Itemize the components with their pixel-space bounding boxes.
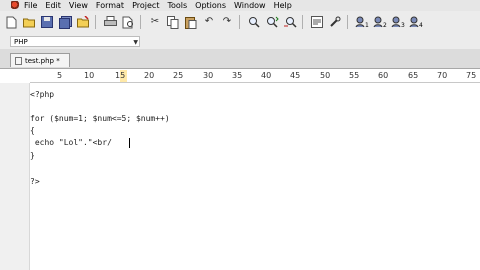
language-bar: PHP ▼ xyxy=(0,33,480,50)
ruler-label: 30 xyxy=(203,71,214,80)
undo-icon[interactable]: ↶ xyxy=(202,15,216,29)
app-logo-icon xyxy=(11,1,20,10)
replace-icon[interactable] xyxy=(283,15,297,29)
ruler-label: 10 xyxy=(84,71,95,80)
find-icon[interactable] xyxy=(247,15,261,29)
menu-edit[interactable]: Edit xyxy=(45,1,61,10)
tools-icon[interactable] xyxy=(328,15,342,29)
ruler-label: 5 xyxy=(57,71,63,80)
menu-options[interactable]: Options xyxy=(195,1,226,10)
tool-2-icon[interactable]: 2 xyxy=(373,15,387,29)
ruler-label: 55 xyxy=(349,71,360,80)
svg-text:4: 4 xyxy=(419,22,423,28)
redo-icon[interactable]: ↷ xyxy=(220,15,234,29)
cut-icon[interactable]: ✂ xyxy=(148,15,162,29)
code-line: echo "Lol"."<br/ xyxy=(30,138,112,147)
tab-test-php[interactable]: test.php * xyxy=(10,53,70,67)
text-cursor xyxy=(129,138,130,148)
code-line: <?php xyxy=(30,90,55,99)
tool-1-icon[interactable]: 1 xyxy=(355,15,369,29)
goto-line-icon[interactable] xyxy=(310,15,324,29)
code-line: { xyxy=(30,126,35,135)
toolbar-divider xyxy=(140,15,141,29)
language-select[interactable]: PHP ▼ xyxy=(10,36,140,47)
code-line: } xyxy=(30,151,35,160)
ruler-label: 70 xyxy=(437,71,448,80)
toolbar: ✂ ↶ ↷ 1 2 3 4 xyxy=(0,11,480,33)
ruler-label: 75 xyxy=(466,71,477,80)
toolbar-divider xyxy=(347,15,348,29)
menu-file[interactable]: File xyxy=(24,1,37,10)
print-preview-icon[interactable] xyxy=(121,15,135,29)
menu-bar: File Edit View Format Project Tools Opti… xyxy=(0,0,480,11)
menu-help[interactable]: Help xyxy=(274,1,292,10)
code-line: for ($num=1; $num<=5; $num++) xyxy=(30,114,170,123)
code-editor[interactable]: <?php for ($num=1; $num<=5; $num++) { ec… xyxy=(30,83,480,270)
new-file-icon[interactable] xyxy=(4,15,18,29)
ruler-label: 40 xyxy=(261,71,272,80)
print-icon[interactable] xyxy=(103,15,117,29)
document-tab-bar: test.php * xyxy=(0,49,480,69)
find-next-icon[interactable] xyxy=(265,15,279,29)
paste-icon[interactable] xyxy=(184,15,198,29)
ruler-label: 60 xyxy=(378,71,389,80)
language-select-value: PHP xyxy=(14,38,28,46)
menu-window[interactable]: Window xyxy=(234,1,266,10)
ruler-label: 65 xyxy=(408,71,419,80)
ruler-label: 35 xyxy=(232,71,243,80)
tab-label: test.php * xyxy=(25,56,60,65)
svg-text:3: 3 xyxy=(401,22,405,28)
ruler-label: 20 xyxy=(144,71,155,80)
ruler-label: 45 xyxy=(290,71,301,80)
ruler-label: 25 xyxy=(173,71,184,80)
copy-icon[interactable] xyxy=(166,15,180,29)
svg-text:2: 2 xyxy=(383,22,387,28)
ruler-label: 15 xyxy=(115,71,126,80)
file-icon xyxy=(15,56,22,65)
column-ruler: 5 10 15 20 25 30 35 40 45 50 55 60 65 70… xyxy=(30,70,480,83)
save-all-icon[interactable] xyxy=(58,15,72,29)
toolbar-divider xyxy=(239,15,240,29)
ruler-label: 50 xyxy=(320,71,331,80)
chevron-down-icon[interactable]: ▼ xyxy=(133,37,138,48)
toolbar-divider xyxy=(95,15,96,29)
open-folder-icon[interactable] xyxy=(22,15,36,29)
toolbar-divider xyxy=(302,15,303,29)
svg-text:1: 1 xyxy=(365,22,369,28)
tool-4-icon[interactable]: 4 xyxy=(409,15,423,29)
menu-format[interactable]: Format xyxy=(96,1,124,10)
menu-view[interactable]: View xyxy=(69,1,88,10)
menu-project[interactable]: Project xyxy=(132,1,159,10)
line-gutter[interactable] xyxy=(0,83,30,270)
save-icon[interactable] xyxy=(40,15,54,29)
menu-tools[interactable]: Tools xyxy=(167,1,187,10)
code-line: ?> xyxy=(30,177,40,186)
tool-3-icon[interactable]: 3 xyxy=(391,15,405,29)
open-project-icon[interactable] xyxy=(76,15,90,29)
